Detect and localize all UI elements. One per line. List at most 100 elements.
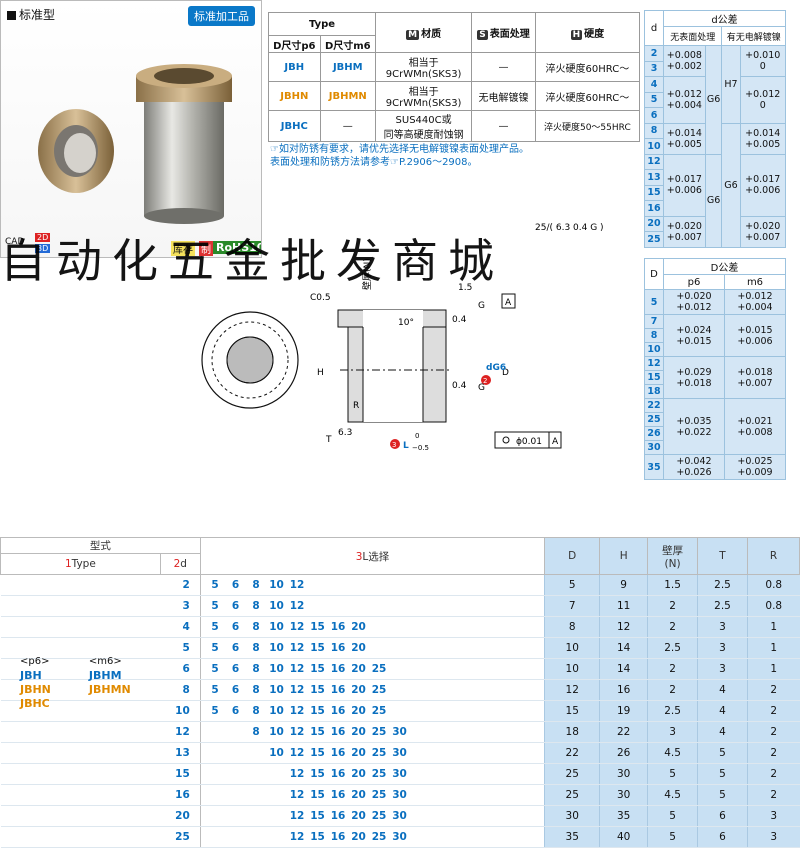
l-option[interactable]: 15	[307, 726, 328, 738]
l-option[interactable]: 5	[205, 600, 226, 612]
l-option[interactable]: 10	[266, 705, 287, 717]
l-option[interactable]: 12	[287, 600, 308, 612]
l-option[interactable]: 12	[287, 768, 308, 780]
l-option[interactable]: 30	[389, 726, 410, 738]
l-option[interactable]: 5	[205, 705, 226, 717]
l-option[interactable]: 10	[266, 642, 287, 654]
l-option[interactable]: 25	[369, 684, 390, 696]
type-jbh[interactable]: JBH	[20, 669, 51, 683]
l-option[interactable]: 5	[205, 642, 226, 654]
l-option[interactable]: 20	[348, 789, 369, 801]
l-option[interactable]: 20	[348, 810, 369, 822]
l-option[interactable]: 12	[287, 705, 308, 717]
l-option[interactable]: 6	[225, 621, 246, 633]
dimension-row[interactable]: 16 12 15 16 20 25 30 25 30 4.5 5 2	[0, 784, 800, 806]
dimension-row[interactable]: 15 12 15 16 20 25 30 25 30 5 5 2	[0, 763, 800, 785]
dimension-row[interactable]: 25 12 15 16 20 25 30 35 40 5 6 3	[0, 826, 800, 848]
dimension-row[interactable]: 2 5 6 8 10 12 5 9 1.5 2.5 0.8	[0, 574, 800, 596]
l-option[interactable]: 25	[369, 705, 390, 717]
l-option[interactable]: 8	[246, 600, 267, 612]
type-jbhm[interactable]: JBHM	[89, 669, 131, 683]
l-option[interactable]: 10	[266, 600, 287, 612]
l-option[interactable]: 5	[205, 663, 226, 675]
l-option[interactable]: 16	[328, 663, 349, 675]
l-option[interactable]: 8	[246, 726, 267, 738]
l-option[interactable]: 10	[266, 621, 287, 633]
l-option[interactable]: 12	[287, 747, 308, 759]
type-jbhc[interactable]: JBHC	[20, 697, 51, 711]
l-option[interactable]: 20	[348, 726, 369, 738]
l-option[interactable]: 16	[328, 747, 349, 759]
l-option[interactable]: 16	[328, 831, 349, 843]
l-option[interactable]: 16	[328, 705, 349, 717]
l-option[interactable]: 16	[328, 726, 349, 738]
l-option[interactable]: 10	[266, 663, 287, 675]
dimension-row[interactable]: 20 12 15 16 20 25 30 30 35 5 6 3	[0, 805, 800, 827]
l-option[interactable]: 30	[389, 747, 410, 759]
l-option[interactable]: 20	[348, 684, 369, 696]
surface-treatment-reference[interactable]: 表面处理和防锈方法请参考☞P.2906～2908。	[270, 153, 478, 168]
l-option[interactable]: 12	[287, 579, 308, 591]
type-jbhn[interactable]: JBHN	[20, 683, 51, 697]
l-option[interactable]: 10	[266, 726, 287, 738]
l-option[interactable]: 30	[389, 789, 410, 801]
l-option[interactable]: 20	[348, 831, 369, 843]
l-option[interactable]: 6	[225, 600, 246, 612]
l-option[interactable]: 20	[348, 642, 369, 654]
l-option[interactable]: 10	[266, 579, 287, 591]
l-option[interactable]: 20	[348, 663, 369, 675]
l-option[interactable]: 20	[348, 705, 369, 717]
standard-processing-badge[interactable]: 标准加工品	[188, 6, 255, 26]
dimension-row[interactable]: 13 10 12 15 16 20 25 30 22 26 4.5 5 2	[0, 742, 800, 764]
l-option[interactable]: 15	[307, 789, 328, 801]
l-option[interactable]: 8	[246, 579, 267, 591]
l-option[interactable]: 25	[369, 789, 390, 801]
l-option[interactable]: 25	[369, 831, 390, 843]
l-option[interactable]: 8	[246, 663, 267, 675]
l-option[interactable]: 15	[307, 621, 328, 633]
l-option[interactable]: 25	[369, 663, 390, 675]
dimension-row[interactable]: 12 8 10 12 15 16 20 25 30 18 22 3 4 2	[0, 721, 800, 743]
l-option[interactable]: 12	[287, 810, 308, 822]
l-option[interactable]: 15	[307, 768, 328, 780]
l-option[interactable]: 12	[287, 684, 308, 696]
l-option[interactable]: 15	[307, 747, 328, 759]
l-option[interactable]: 30	[389, 831, 410, 843]
l-option[interactable]: 8	[246, 642, 267, 654]
l-option[interactable]: 8	[246, 621, 267, 633]
l-option[interactable]: 25	[369, 810, 390, 822]
l-option[interactable]: 12	[287, 621, 308, 633]
l-option[interactable]: 15	[307, 642, 328, 654]
l-option[interactable]: 12	[287, 831, 308, 843]
l-option[interactable]: 30	[389, 768, 410, 780]
l-option[interactable]: 15	[307, 684, 328, 696]
l-option[interactable]: 15	[307, 663, 328, 675]
l-option[interactable]: 20	[348, 747, 369, 759]
l-option[interactable]: 5	[205, 579, 226, 591]
dimension-row[interactable]: 3 5 6 8 10 12 7 11 2 2.5 0.8	[0, 595, 800, 617]
l-option[interactable]: 16	[328, 642, 349, 654]
l-option[interactable]: 20	[348, 621, 369, 633]
l-option[interactable]: 6	[225, 663, 246, 675]
l-option[interactable]: 10	[266, 747, 287, 759]
l-option[interactable]: 16	[328, 621, 349, 633]
l-option[interactable]: 12	[287, 789, 308, 801]
l-option[interactable]: 20	[348, 768, 369, 780]
type-p6-cell[interactable]: JBHC	[268, 110, 321, 142]
type-m6-cell[interactable]: JBHMN	[319, 81, 377, 111]
l-option[interactable]: 16	[328, 684, 349, 696]
type-m6-cell[interactable]: JBHM	[319, 52, 377, 82]
l-option[interactable]: 12	[287, 642, 308, 654]
l-option[interactable]: 15	[307, 705, 328, 717]
l-option[interactable]: 8	[246, 684, 267, 696]
l-option[interactable]: 6	[225, 642, 246, 654]
l-option[interactable]: 16	[328, 768, 349, 780]
l-option[interactable]: 15	[307, 810, 328, 822]
l-option[interactable]: 12	[287, 663, 308, 675]
l-option[interactable]: 25	[369, 726, 390, 738]
l-option[interactable]: 10	[266, 684, 287, 696]
l-option[interactable]: 5	[205, 684, 226, 696]
l-option[interactable]: 8	[246, 705, 267, 717]
l-option[interactable]: 16	[328, 789, 349, 801]
l-option[interactable]: 25	[369, 768, 390, 780]
